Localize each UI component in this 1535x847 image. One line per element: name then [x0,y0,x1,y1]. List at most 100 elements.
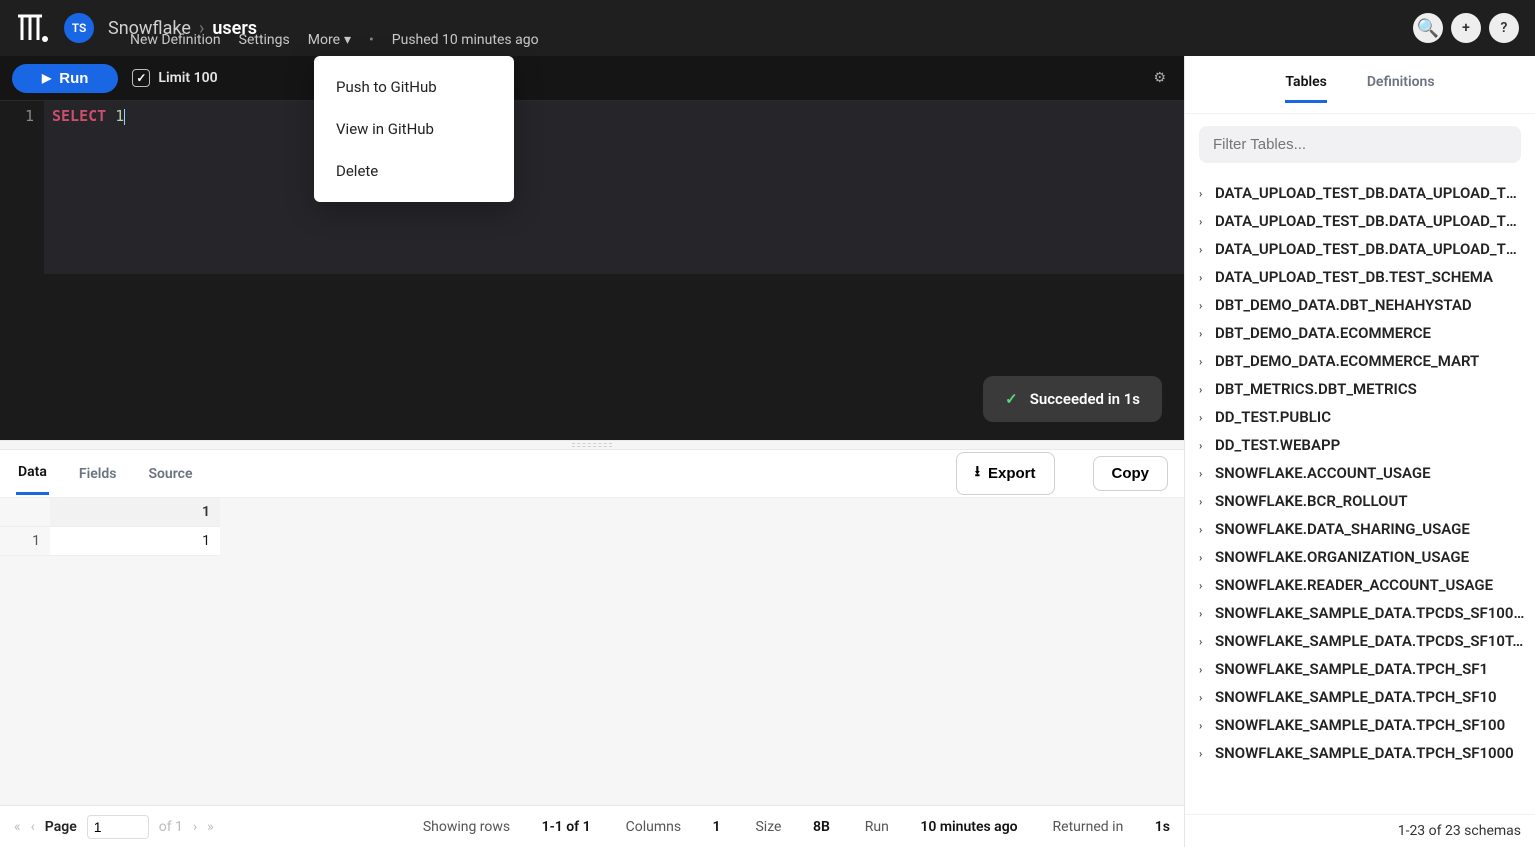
schema-name: DBT_METRICS.DBT_METRICS [1215,380,1417,398]
schema-row[interactable]: ›DATA_UPLOAD_TEST_DB.DATA_UPLOAD_TE... [1193,235,1535,263]
new-definition-link[interactable]: New Definition [130,32,221,48]
cell-value: 1 [50,527,220,556]
schema-name: SNOWFLAKE_SAMPLE_DATA.TPCDS_SF100... [1215,604,1525,622]
showing-rows-label: Showing rows [423,819,510,835]
search-icon: 🔍 [1417,18,1439,39]
schema-row[interactable]: ›SNOWFLAKE_SAMPLE_DATA.TPCH_SF100 [1193,711,1535,739]
run-button[interactable]: ▶Run [12,64,118,93]
schema-row[interactable]: ›SNOWFLAKE.ACCOUNT_USAGE [1193,459,1535,487]
limit-label: Limit 100 [158,70,217,86]
schema-name: DATA_UPLOAD_TEST_DB.DATA_UPLOAD_TE... [1215,212,1525,230]
tab-data[interactable]: Data [16,452,49,495]
schema-row[interactable]: › SNOWFLAKE.DATA_SHARING_USAGE [1193,515,1535,543]
chevron-right-icon: › [1199,495,1209,508]
gear-icon: ⚙ [1153,70,1166,86]
copy-button[interactable]: Copy [1093,456,1169,491]
tab-definitions[interactable]: Definitions [1367,74,1435,103]
chevron-right-icon: › [1199,635,1209,648]
schema-row[interactable]: › DBT_DEMO_DATA.ECOMMERCE [1193,319,1535,347]
schema-name: DATA_UPLOAD_TEST_DB.DATA_UPLOAD_TE... [1215,240,1525,258]
page-input[interactable] [87,815,149,839]
schema-row[interactable]: › DATA_UPLOAD_TEST_DB.DATA_UPLOAD_TE... [1193,207,1535,235]
filter-tables-input[interactable] [1199,126,1521,163]
schema-row[interactable]: ›DBT_DEMO_DATA.DBT_NEHAHYSTAD [1193,291,1535,319]
schema-name: DATA_UPLOAD_TEST_DB.DATA_UPLOAD_TE... [1215,184,1525,202]
export-button[interactable]: ⭳Export [956,452,1055,495]
download-icon: ⭳ [975,461,980,486]
schema-row[interactable]: ›SNOWFLAKE_SAMPLE_DATA.TPCH_SF1000 [1193,739,1535,767]
schema-row[interactable]: ›DATA_UPLOAD_TEST_DB.TEST_SCHEMA [1193,263,1535,291]
tab-fields[interactable]: Fields [77,454,119,494]
more-menu[interactable]: More▾ [308,32,351,48]
schema-row[interactable]: ›SNOWFLAKE_SAMPLE_DATA.TPCH_SF1 [1193,655,1535,683]
col-header[interactable]: 1 [50,498,220,527]
chevron-right-icon: › [1199,271,1209,284]
status-toast: ✓ Succeeded in 1s [983,376,1162,422]
schema-row[interactable]: ›SNOWFLAKE_SAMPLE_DATA.TPCH_SF10 [1193,683,1535,711]
chevron-right-icon: › [1199,383,1209,396]
chevron-right-icon: › [1199,299,1209,312]
schema-name: SNOWFLAKE_SAMPLE_DATA.TPCH_SF10 [1215,688,1497,706]
run-label: Run [865,819,889,835]
showing-rows-value: 1-1 of 1 [542,819,591,835]
view-in-github-item[interactable]: View in GitHub [314,108,514,150]
schema-name: DBT_DEMO_DATA.ECOMMERCE_MART [1215,352,1479,370]
help-button[interactable]: ? [1489,13,1519,43]
schema-row[interactable]: ›DATA_UPLOAD_TEST_DB.DATA_UPLOAD_TE... [1193,179,1535,207]
size-value: 8B [813,819,830,835]
schema-row[interactable]: ›DD_TEST.WEBAPP [1193,431,1535,459]
plus-icon: + [1462,20,1470,36]
tab-source[interactable]: Source [146,454,194,494]
run-value: 10 minutes ago [920,819,1017,835]
returned-label: Returned in [1053,819,1124,835]
chevron-right-icon: › [1199,215,1209,228]
add-button[interactable]: + [1451,13,1481,43]
chevron-right-icon: › [1199,523,1209,536]
chevron-right-icon: › [1199,579,1209,592]
last-page-button[interactable]: » [207,819,214,835]
chevron-right-icon: › [1199,327,1209,340]
schema-name: SNOWFLAKE.BCR_ROLLOUT [1215,492,1408,510]
schema-name: SNOWFLAKE.DATA_SHARING_USAGE [1215,520,1470,538]
results-tabs: Data Fields Source ⭳Export Copy [0,450,1184,498]
results-grid[interactable]: 1 11 [0,498,1184,805]
schema-list[interactable]: ›DATA_UPLOAD_TEST_DB.DATA_UPLOAD_TE...›D… [1185,175,1535,814]
page-of: of 1 [159,819,183,835]
schema-row[interactable]: ›SNOWFLAKE_SAMPLE_DATA.TPCDS_SF10T... [1193,627,1535,655]
delete-item[interactable]: Delete [314,150,514,192]
table-row[interactable]: 11 [0,527,220,556]
next-page-button[interactable]: › [193,819,197,835]
schema-row[interactable]: ›SNOWFLAKE.ORGANIZATION_USAGE [1193,543,1535,571]
app-logo[interactable] [16,10,52,46]
page-label: Page [45,819,77,835]
chevron-right-icon: › [1199,747,1209,760]
search-button[interactable]: 🔍 [1413,13,1443,43]
chevron-right-icon: › [1199,439,1209,452]
tab-tables[interactable]: Tables [1285,74,1326,103]
chevron-right-icon: › [1199,411,1209,424]
schema-row[interactable]: ›DBT_DEMO_DATA.ECOMMERCE_MART [1193,347,1535,375]
checkbox-icon: ✓ [132,69,150,87]
more-dropdown: Push to GitHub View in GitHub Delete [314,56,514,202]
editor-settings-button[interactable]: ⚙ [1147,64,1172,92]
right-panel: Tables Definitions ›DATA_UPLOAD_TEST_DB.… [1185,56,1535,847]
schema-row[interactable]: › SNOWFLAKE.BCR_ROLLOUT [1193,487,1535,515]
limit-checkbox[interactable]: ✓ Limit 100 [132,69,217,87]
prev-page-button[interactable]: ‹ [31,819,35,835]
settings-link[interactable]: Settings [239,32,290,48]
schema-row[interactable]: ›SNOWFLAKE.READER_ACCOUNT_USAGE [1193,571,1535,599]
chevron-right-icon: › [1199,607,1209,620]
help-icon: ? [1501,20,1508,36]
code-line[interactable]: SELECT 1 [44,101,1184,273]
avatar[interactable]: TS [64,13,94,43]
sql-editor[interactable]: 1 SELECT 1 ✓ Succeeded in 1s [0,101,1184,440]
schema-name: DBT_DEMO_DATA.ECOMMERCE [1215,324,1431,342]
schema-row[interactable]: › DBT_METRICS.DBT_METRICS [1193,375,1535,403]
returned-value: 1s [1155,819,1170,835]
schema-row[interactable]: ›DD_TEST.PUBLIC [1193,403,1535,431]
push-to-github-item[interactable]: Push to GitHub [314,66,514,108]
pushed-status: Pushed 10 minutes ago [392,32,539,48]
first-page-button[interactable]: « [14,819,21,835]
split-handle[interactable] [0,440,1184,450]
schema-row[interactable]: › SNOWFLAKE_SAMPLE_DATA.TPCDS_SF100... [1193,599,1535,627]
